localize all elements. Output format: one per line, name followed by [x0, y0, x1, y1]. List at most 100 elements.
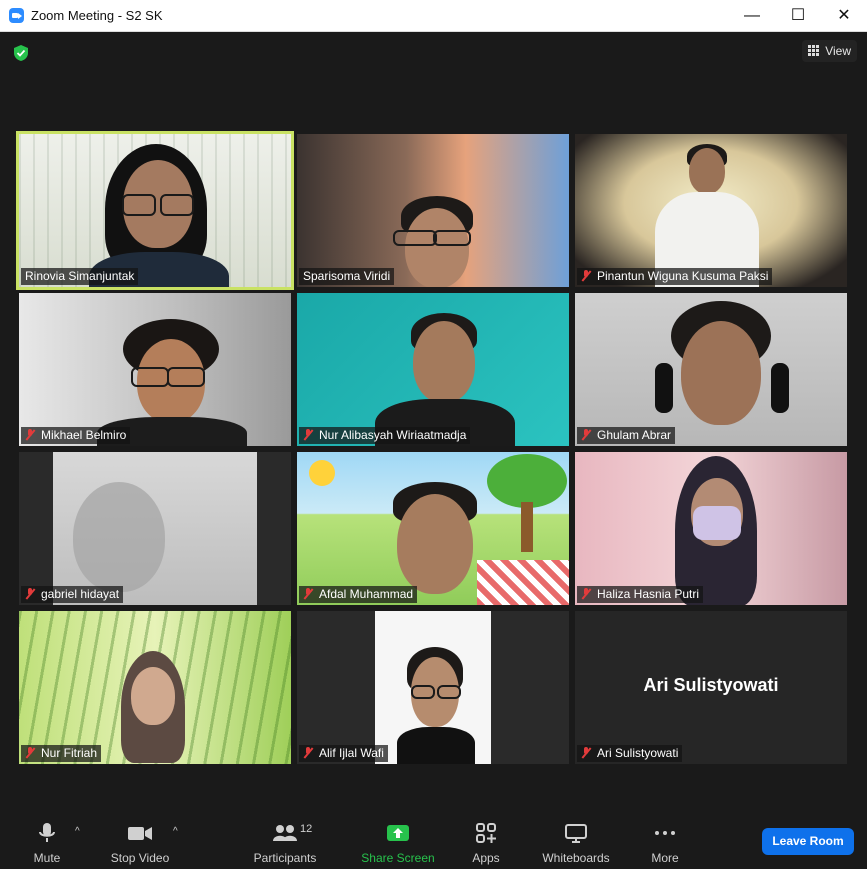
- participant-face: [405, 208, 469, 287]
- glasses: [437, 685, 461, 699]
- headphones: [655, 363, 673, 413]
- muted-mic-icon: [581, 588, 591, 600]
- participant-name-label: Haliza Hasnia Putri: [577, 586, 704, 603]
- participant-body: [397, 727, 475, 764]
- muted-mic-icon: [581, 270, 591, 282]
- muted-mic-icon: [303, 429, 313, 441]
- whiteboard-icon: [565, 824, 587, 843]
- stop-video-label: Stop Video: [110, 851, 170, 865]
- participant-name: Nur Alibasyah Wiriaatmadja: [319, 428, 467, 442]
- more-label: More: [651, 851, 679, 865]
- whiteboards-label: Whiteboards: [542, 851, 610, 865]
- video-tile[interactable]: Nur Fitriah: [19, 611, 291, 764]
- leave-room-button[interactable]: Leave Room: [762, 828, 854, 855]
- face-mask: [693, 506, 741, 540]
- more-button[interactable]: More: [645, 816, 685, 869]
- view-label: View: [825, 44, 851, 58]
- minimize-button[interactable]: —: [729, 0, 775, 31]
- title-bar: Zoom Meeting - S2 SK — ☐ ✕: [0, 0, 867, 32]
- video-tile-off[interactable]: Ari Sulistyowati Ari Sulistyowati: [575, 611, 847, 764]
- glasses: [167, 367, 205, 387]
- participant-name: Ghulam Abrar: [597, 428, 672, 442]
- participant-face: [689, 148, 725, 194]
- stop-video-button[interactable]: Stop Video: [104, 816, 176, 869]
- participant-name: Rinovia Simanjuntak: [25, 269, 135, 283]
- participant-name-label: Nur Fitriah: [21, 745, 102, 762]
- participant-name-label: Pinantun Wiguna Kusuma Paksi: [577, 268, 773, 285]
- microphone-icon: [39, 823, 55, 842]
- apps-button[interactable]: Apps: [466, 816, 506, 869]
- share-screen-button[interactable]: Share Screen: [360, 816, 436, 869]
- video-tile[interactable]: gabriel hidayat: [19, 452, 291, 605]
- glasses: [433, 230, 471, 246]
- whiteboards-button[interactable]: Whiteboards: [538, 816, 614, 869]
- glasses: [411, 685, 435, 699]
- video-tile[interactable]: Ghulam Abrar: [575, 293, 847, 446]
- participant-name: Haliza Hasnia Putri: [597, 587, 700, 601]
- participant-name: Alif Ijlal Wafi: [319, 746, 384, 760]
- zoom-app-icon: [9, 8, 24, 23]
- participant-face: [397, 494, 473, 594]
- mute-options-caret[interactable]: ^: [75, 826, 80, 837]
- participant-name-label: Alif Ijlal Wafi: [299, 745, 388, 762]
- more-dots-icon: [655, 831, 675, 835]
- participant-face: [131, 667, 175, 725]
- participant-name: Pinantun Wiguna Kusuma Paksi: [597, 269, 769, 283]
- glasses: [393, 230, 437, 246]
- glasses: [122, 194, 156, 216]
- video-camera-icon: [128, 827, 152, 840]
- participant-name-label: Afdal Muhammad: [299, 586, 418, 603]
- participant-name-label: Sparisoma Viridi: [299, 268, 395, 285]
- participant-name-label: Rinovia Simanjuntak: [21, 268, 139, 285]
- tree-icon: [487, 454, 567, 508]
- video-options-caret[interactable]: ^: [173, 826, 178, 837]
- sun-icon: [309, 460, 335, 486]
- participant-name-label: Nur Alibasyah Wiriaatmadja: [299, 427, 471, 444]
- headphones: [771, 363, 789, 413]
- tree-trunk: [521, 502, 533, 552]
- participant-face: [413, 321, 475, 403]
- video-tile[interactable]: Sparisoma Viridi: [297, 134, 569, 287]
- video-tile[interactable]: Nur Alibasyah Wiriaatmadja: [297, 293, 569, 446]
- view-button[interactable]: View: [802, 40, 857, 62]
- muted-mic-icon: [303, 588, 313, 600]
- video-tile[interactable]: Afdal Muhammad: [297, 452, 569, 605]
- participants-label: Participants: [253, 851, 317, 865]
- video-stage: View Rinovia Simanjuntak Sparisoma Virid…: [0, 32, 867, 816]
- muted-mic-icon: [25, 429, 35, 441]
- participant-name: Mikhael Belmiro: [41, 428, 127, 442]
- muted-mic-icon: [25, 747, 35, 759]
- meeting-toolbar: Mute ^ Stop Video ^ Participants 12 Shar…: [0, 816, 867, 869]
- glasses: [160, 194, 194, 216]
- apps-label: Apps: [472, 851, 500, 865]
- video-tile[interactable]: Haliza Hasnia Putri: [575, 452, 847, 605]
- maximize-button[interactable]: ☐: [775, 0, 821, 31]
- participants-count: 12: [300, 823, 313, 835]
- glasses: [131, 367, 169, 387]
- window-title: Zoom Meeting - S2 SK: [31, 8, 163, 23]
- participant-face: [681, 321, 761, 425]
- muted-mic-icon: [303, 747, 313, 759]
- close-button[interactable]: ✕: [821, 0, 867, 31]
- video-tile[interactable]: Pinantun Wiguna Kusuma Paksi: [575, 134, 847, 287]
- grid-icon: [808, 45, 820, 56]
- participant-name: gabriel hidayat: [41, 587, 120, 601]
- participant-name: Afdal Muhammad: [319, 587, 414, 601]
- share-screen-icon: [387, 825, 409, 841]
- participants-icon: [273, 825, 297, 841]
- shield-check-icon[interactable]: [12, 44, 30, 62]
- apps-icon: [476, 823, 496, 843]
- participant-name-label: Ghulam Abrar: [577, 427, 676, 444]
- video-tile[interactable]: Rinovia Simanjuntak: [19, 134, 291, 287]
- participant-big-name: Ari Sulistyowati: [643, 675, 779, 695]
- share-screen-label: Share Screen: [361, 851, 435, 865]
- muted-mic-icon: [581, 429, 591, 441]
- participant-name-label: Mikhael Belmiro: [21, 427, 131, 444]
- mute-label: Mute: [33, 851, 61, 865]
- video-tile[interactable]: Alif Ijlal Wafi: [297, 611, 569, 764]
- mute-button[interactable]: Mute: [22, 816, 72, 869]
- participant-name-label: gabriel hidayat: [21, 586, 124, 603]
- participant-name: Sparisoma Viridi: [303, 269, 391, 283]
- video-tile[interactable]: Mikhael Belmiro: [19, 293, 291, 446]
- participant-name-label: Ari Sulistyowati: [577, 745, 683, 762]
